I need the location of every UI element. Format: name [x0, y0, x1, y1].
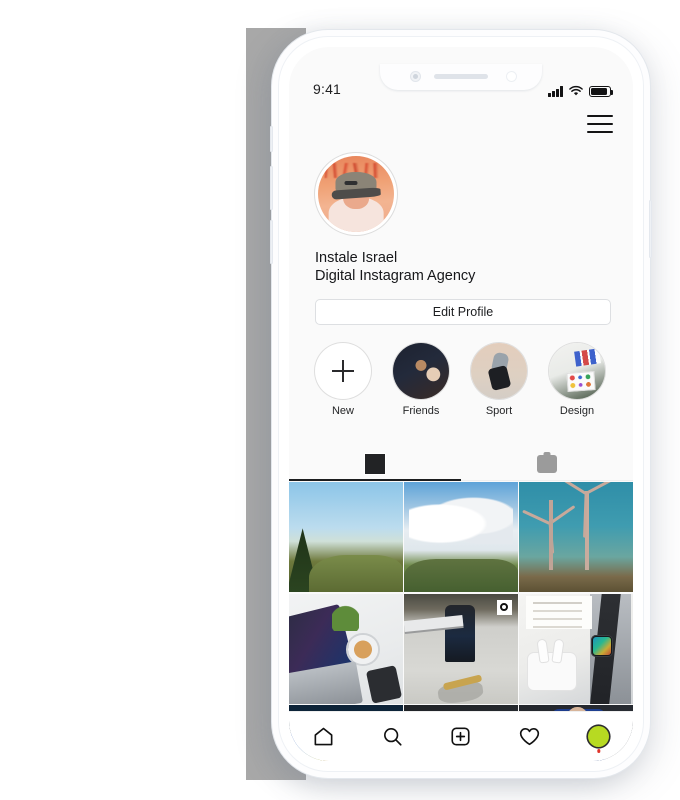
phone-silent-switch	[270, 126, 273, 152]
status-time: 9:41	[313, 81, 342, 97]
profile-tabs	[289, 447, 633, 481]
hamburger-menu-icon[interactable]	[587, 113, 613, 135]
profile-section: Instale Israel Digital Instagram Agency …	[315, 153, 611, 417]
heart-icon[interactable]	[513, 722, 547, 752]
highlight-sport[interactable]: Sport	[471, 343, 527, 417]
profile-avatar-icon[interactable]	[582, 722, 616, 753]
add-post-icon[interactable]	[444, 722, 478, 752]
profile-bio: Digital Instagram Agency	[315, 268, 476, 284]
bottom-navigation	[289, 711, 633, 761]
grid-post[interactable]	[519, 593, 633, 704]
search-icon[interactable]	[375, 722, 409, 752]
grid-post[interactable]	[404, 593, 518, 704]
cellular-signal-icon	[548, 86, 563, 97]
grid-post[interactable]	[289, 482, 403, 592]
status-indicators	[548, 85, 614, 97]
phone-screen: 9:41 Instale Israel Digital Instagram Ag…	[289, 47, 633, 761]
plus-icon	[315, 343, 371, 399]
highlight-label: Sport	[485, 405, 513, 417]
screenshot-stage: 9:41 Instale Israel Digital Instagram Ag…	[0, 0, 680, 800]
highlight-design[interactable]: Design	[549, 343, 605, 417]
home-icon[interactable]	[306, 722, 340, 752]
tagged-person-icon	[537, 454, 557, 473]
avatar[interactable]	[315, 153, 397, 235]
highlight-label: New	[331, 405, 354, 417]
highlight-label: Design	[559, 405, 595, 417]
grid-icon	[365, 453, 385, 474]
phone-mockup: 9:41 Instale Israel Digital Instagram Ag…	[270, 30, 652, 778]
power-button	[649, 200, 652, 258]
highlight-label: Friends	[402, 405, 440, 417]
grid-post[interactable]	[519, 482, 633, 592]
grid-post[interactable]	[289, 593, 403, 704]
battery-full-icon	[589, 86, 614, 97]
wifi-icon	[569, 85, 583, 96]
volume-down-button	[270, 220, 273, 264]
story-highlights: New Friends Sport Design	[315, 343, 611, 417]
grid-post[interactable]	[404, 482, 518, 592]
active-tab-underline	[289, 479, 461, 481]
highlight-cover-friends	[393, 343, 449, 399]
edit-profile-button[interactable]: Edit Profile	[315, 299, 611, 325]
highlight-cover-sport	[471, 343, 527, 399]
proximity-sensor	[507, 72, 516, 81]
highlight-friends[interactable]: Friends	[393, 343, 449, 417]
tab-grid[interactable]	[289, 447, 461, 481]
earpiece-speaker	[434, 74, 488, 79]
phone-notch	[380, 64, 542, 90]
profile-name: Instale Israel	[315, 250, 398, 266]
volume-up-button	[270, 166, 273, 210]
front-camera-icon	[410, 71, 421, 82]
tab-tagged[interactable]	[461, 447, 633, 480]
notification-dot	[596, 749, 601, 753]
highlight-new[interactable]: New	[315, 343, 371, 417]
carousel-icon	[496, 599, 512, 615]
highlight-cover-design	[549, 343, 605, 399]
